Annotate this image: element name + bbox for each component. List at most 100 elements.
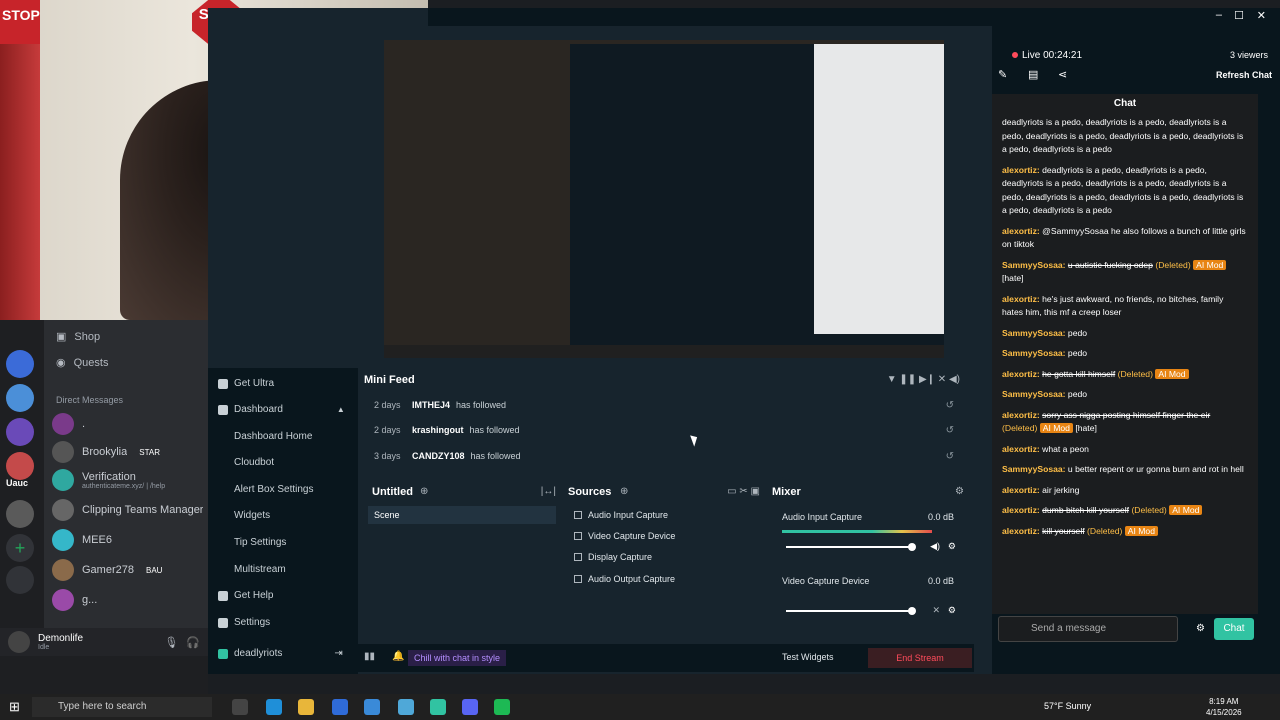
nav-multistream[interactable]: Multistream <box>234 564 286 575</box>
edge-icon[interactable] <box>266 699 282 715</box>
volume-slider[interactable] <box>786 543 916 551</box>
source-item[interactable]: Display Capture <box>574 552 652 562</box>
dm-item[interactable]: Brookylia STAR <box>52 438 208 466</box>
chat-username[interactable]: alexortiz: <box>1002 505 1042 515</box>
dm-item[interactable]: Verification authenticateme.xyz/ | /help <box>52 466 208 494</box>
folder-icon[interactable]: ▤ <box>1028 68 1038 81</box>
chat-username[interactable]: SammyySosaa: <box>1002 260 1068 270</box>
chat-username[interactable]: alexortiz: <box>1002 526 1042 536</box>
nav-alert-box[interactable]: Alert Box Settings <box>234 484 313 495</box>
avatar[interactable] <box>8 631 30 653</box>
chat-username[interactable]: SammyySosaa: <box>1002 348 1068 358</box>
taskbar-search[interactable]: Type here to search <box>32 697 212 717</box>
logout-icon[interactable]: ⇥ <box>334 648 342 659</box>
store-icon[interactable] <box>332 699 348 715</box>
chat-text: u autistic fucking odep <box>1067 259 1153 270</box>
nav-dashboard-home[interactable]: Dashboard Home <box>234 431 312 442</box>
chat-username[interactable]: alexortiz: <box>1002 226 1042 236</box>
nav-settings[interactable]: Settings <box>218 617 270 628</box>
chat-username[interactable]: alexortiz: <box>1002 410 1042 420</box>
windows-start-icon[interactable]: ⊞ <box>9 699 20 715</box>
nav-shop[interactable]: ▣ Shop <box>56 330 100 344</box>
task-view-icon[interactable] <box>232 699 248 715</box>
source-tools-icon[interactable]: ▭ ✂ ▣ <box>727 486 760 497</box>
source-item[interactable]: Video Capture Device <box>574 531 675 541</box>
app-icon[interactable] <box>364 699 380 715</box>
source-item[interactable]: Audio Input Capture <box>574 510 668 520</box>
chat-username[interactable]: alexortiz: <box>1002 444 1042 454</box>
volume-slider[interactable] <box>786 607 916 615</box>
scene-transition-icon[interactable]: |↔| <box>541 486 556 497</box>
weather[interactable]: 57°F Sunny <box>1044 701 1091 711</box>
replay-icon[interactable]: ↺ <box>946 400 954 411</box>
guild-icon[interactable] <box>6 418 34 446</box>
end-stream-button[interactable]: End Stream <box>868 648 972 668</box>
dm-item[interactable]: . <box>52 410 208 438</box>
chat-username[interactable]: SammyySosaa: <box>1002 464 1068 474</box>
close-icon[interactable]: ✕ <box>1257 9 1266 22</box>
clock[interactable]: 8:19 AM 4/15/2026 <box>1206 696 1242 718</box>
speaker-icon[interactable]: ◀) <box>930 541 940 552</box>
dm-item[interactable]: Gamer278 BAU <box>52 556 208 584</box>
headphones-icon[interactable]: 🎧 <box>186 636 200 649</box>
chat-username[interactable]: SammyySosaa: <box>1002 389 1068 399</box>
chat-username[interactable]: alexortiz: <box>1002 294 1042 304</box>
edit-icon[interactable]: ✎ <box>998 68 1007 81</box>
nav-cloudbot[interactable]: Cloudbot <box>234 457 274 468</box>
scene-collection-title[interactable]: Untitled <box>372 486 413 498</box>
mute-icon[interactable]: ✕ <box>932 605 940 616</box>
guild-icon[interactable] <box>6 500 34 528</box>
chat-username[interactable]: alexortiz: <box>1002 165 1042 175</box>
chat-username[interactable]: alexortiz: <box>1002 369 1042 379</box>
slider-knob[interactable] <box>908 607 916 615</box>
minimize-icon[interactable]: – <box>1216 9 1222 21</box>
source-item[interactable]: Audio Output Capture <box>574 574 675 584</box>
replay-icon[interactable]: ↺ <box>946 425 954 436</box>
streamlabs-icon[interactable] <box>430 699 446 715</box>
nav-tip-settings[interactable]: Tip Settings <box>234 537 286 548</box>
refresh-chat-button[interactable]: Refresh Chat <box>1216 70 1272 80</box>
test-widgets-button[interactable]: Test Widgets <box>782 652 834 662</box>
scene-item[interactable]: Scene <box>368 506 556 524</box>
dm-item[interactable]: MEE6 <box>52 526 208 554</box>
guild-icon[interactable] <box>6 384 34 412</box>
gear-icon[interactable]: ⚙ <box>948 605 956 616</box>
chat-username[interactable]: alexortiz: <box>1002 485 1042 495</box>
explorer-icon[interactable] <box>298 699 314 715</box>
dm-item[interactable]: g... <box>52 586 208 614</box>
add-scene-icon[interactable]: ⊕ <box>420 486 428 497</box>
chrome-icon[interactable] <box>398 699 414 715</box>
chat-input[interactable]: Send a message <box>998 616 1178 642</box>
nav-get-help[interactable]: Get Help <box>218 590 273 601</box>
feed-controls-icon[interactable]: ▼ ❚❚ ▶❙ ✕ ◀) <box>887 374 960 385</box>
slider-knob[interactable] <box>908 543 916 551</box>
replay-icon[interactable]: ↺ <box>946 451 954 462</box>
nav-label: Get Ultra <box>234 378 275 389</box>
maximize-icon[interactable]: ☐ <box>1234 9 1244 22</box>
guild-icon[interactable] <box>6 452 34 480</box>
dm-item[interactable]: Clipping Teams Manager <box>52 496 208 524</box>
discover-icon[interactable] <box>6 566 34 594</box>
promo-banner[interactable]: Chill with chat in style <box>408 650 507 666</box>
nav-label: Dashboard <box>234 404 283 415</box>
discord-icon[interactable] <box>462 699 478 715</box>
share-icon[interactable]: ⋖ <box>1058 68 1067 81</box>
bell-icon[interactable]: 🔔 <box>392 651 404 662</box>
send-chat-button[interactable]: Chat <box>1214 618 1254 640</box>
spotify-icon[interactable] <box>494 699 510 715</box>
mic-icon[interactable]: 🎙 <box>164 636 178 649</box>
nav-dashboard[interactable]: Dashboard ▲ <box>218 404 345 415</box>
guild-icon[interactable] <box>6 350 34 378</box>
nav-get-ultra[interactable]: Get Ultra <box>218 378 274 389</box>
add-server-icon[interactable]: + <box>6 534 34 562</box>
add-source-icon[interactable]: ⊕ <box>620 486 628 497</box>
chat-username[interactable]: SammyySosaa: <box>1002 328 1068 338</box>
stats-icon[interactable]: ▮▮ <box>364 651 375 662</box>
gear-icon[interactable]: ⚙ <box>1196 624 1206 634</box>
gear-icon[interactable]: ⚙ <box>955 486 964 497</box>
nav-account[interactable]: deadlyriots ⇥ <box>218 648 343 659</box>
gear-icon[interactable]: ⚙ <box>948 541 956 552</box>
nav-quests[interactable]: ◉ Quests <box>56 356 108 370</box>
nav-widgets[interactable]: Widgets <box>234 510 270 521</box>
monitor-icon <box>574 553 582 561</box>
